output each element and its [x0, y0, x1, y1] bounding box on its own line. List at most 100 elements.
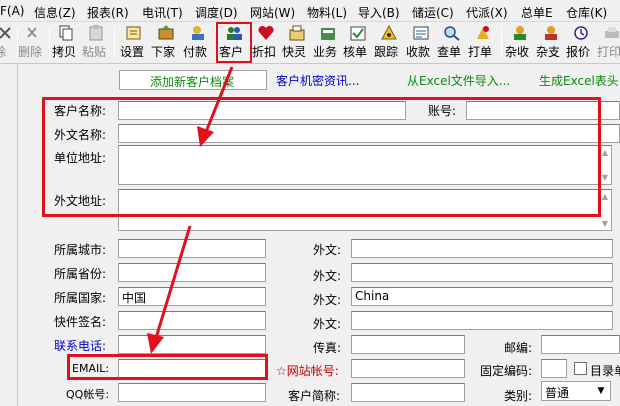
delete-full-button[interactable]: 删除: [18, 24, 46, 62]
print-order-button[interactable]: 打单: [468, 24, 498, 62]
discount-button[interactable]: 折扣: [252, 24, 280, 62]
add-customer-link[interactable]: 添加新客户档案: [150, 73, 234, 90]
menu-material[interactable]: 物料(L): [307, 4, 347, 21]
downstream-button[interactable]: 下家: [151, 24, 181, 62]
quote-button[interactable]: 报价: [566, 24, 596, 62]
excel-import-link[interactable]: 从Excel文件导入...: [407, 72, 510, 89]
add-customer-box[interactable]: 添加新客户档案: [119, 70, 267, 90]
paste-icon: [89, 25, 103, 41]
menu-import[interactable]: 导入(B): [358, 4, 400, 21]
toolbar: 除 删除 拷贝 粘贴 设置 下家 付款 客户 折扣 快灵 业务: [0, 22, 620, 64]
menu-master[interactable]: 总单E: [521, 4, 553, 21]
delete-label: 除: [0, 43, 6, 60]
short-name-label: 客户简称:: [288, 389, 341, 403]
track-button[interactable]: 跟踪: [374, 24, 404, 62]
quote-icon: [574, 26, 588, 40]
query-button[interactable]: 查单: [437, 24, 467, 62]
customer-secret-link[interactable]: 客户机密资讯...: [276, 72, 359, 89]
left-panel-strip: [0, 64, 18, 406]
downstream-icon: [158, 25, 174, 40]
printer-button[interactable]: 打印: [597, 24, 620, 62]
province-foreign-label: 外文:: [313, 269, 342, 283]
menu-telecom[interactable]: 电讯(T): [142, 4, 183, 21]
category-select[interactable]: 普通 ▼: [541, 381, 611, 401]
payment-label: 付款: [183, 45, 208, 59]
paste-button[interactable]: 粘贴: [82, 24, 110, 62]
qq-label: QQ帐号:: [66, 388, 110, 401]
contact-phone-field[interactable]: [118, 335, 266, 354]
courier-sign-field[interactable]: [118, 311, 266, 330]
qq-field[interactable]: [118, 383, 266, 402]
paste-label: 粘贴: [82, 45, 107, 59]
payment-button[interactable]: 付款: [183, 24, 213, 62]
zip-field[interactable]: [541, 335, 620, 354]
misc-expense-icon: [545, 26, 557, 40]
misc-income-icon: [514, 26, 526, 40]
receipt-button[interactable]: 收款: [406, 24, 436, 62]
misc-income-label: 杂收: [505, 45, 530, 59]
misc-expense-button[interactable]: 杂支: [536, 24, 566, 62]
category-label: 类别:: [504, 389, 533, 403]
zip-label: 邮编:: [504, 341, 533, 355]
province-foreign-field[interactable]: [351, 263, 613, 282]
quote-label: 报价: [566, 45, 591, 59]
receipt-label: 收款: [406, 45, 431, 59]
menu-agent[interactable]: 代派(X): [466, 4, 508, 21]
business-label: 业务: [313, 45, 338, 59]
menu-dispatch[interactable]: 调度(D): [195, 4, 238, 21]
track-icon: [381, 25, 397, 40]
city-field[interactable]: [118, 239, 266, 258]
settings-label: 设置: [120, 45, 145, 59]
contact-phone-label[interactable]: 联系电话:: [54, 337, 106, 354]
fax-label: 传真:: [313, 341, 342, 355]
customer-button-highlight: [216, 22, 252, 63]
website-account-field[interactable]: [351, 359, 465, 378]
discount-icon: [258, 25, 274, 40]
country-field[interactable]: 中国: [118, 287, 266, 306]
short-name-field[interactable]: [351, 383, 465, 402]
printer-label: 打印: [597, 45, 620, 59]
city-foreign-label: 外文:: [313, 243, 342, 257]
verify-button[interactable]: 核单: [343, 24, 373, 62]
courier-sign-label: 快件签名:: [54, 315, 107, 329]
menu-info[interactable]: 信息(Z): [34, 4, 76, 21]
menu-file[interactable]: F(A): [0, 4, 24, 18]
print-order-icon: [477, 26, 489, 39]
fixed-code-field[interactable]: [541, 359, 567, 378]
fixed-code-label: 固定编码:: [480, 364, 533, 378]
directory-checkbox[interactable]: [574, 362, 587, 375]
quick-button[interactable]: 快灵: [282, 24, 312, 62]
misc-expense-label: 杂支: [536, 45, 561, 59]
scroll-down-icon: ▼: [601, 173, 608, 182]
printer-icon: [605, 27, 619, 38]
excel-header-link[interactable]: 生成Excel表头: [539, 72, 619, 89]
scroll-down-icon-2: ▼: [601, 219, 608, 228]
settings-button[interactable]: 设置: [120, 24, 148, 62]
country-foreign-field[interactable]: China: [351, 287, 613, 306]
downstream-label: 下家: [151, 45, 176, 59]
copy-label: 拷贝: [52, 45, 77, 59]
copy-icon: [59, 25, 73, 41]
payment-icon: [192, 26, 204, 40]
receipt-icon: [413, 26, 429, 40]
delete-full-label: 删除: [18, 45, 43, 59]
delete-button[interactable]: 除: [0, 24, 16, 62]
menu-warehouse[interactable]: 仓库(K): [566, 4, 607, 21]
directory-label: 目录单: [590, 364, 620, 378]
city-foreign-field[interactable]: [351, 239, 613, 258]
courier-foreign-field[interactable]: [351, 311, 613, 330]
courier-foreign-label: 外文:: [313, 317, 342, 331]
menu-website[interactable]: 网站(W): [250, 4, 295, 21]
fax-field[interactable]: [351, 335, 465, 354]
quick-icon: [289, 25, 305, 41]
menu-bar: F(A) 信息(Z) 报表(R) 电讯(T) 调度(D) 网站(W) 物料(L)…: [0, 0, 620, 22]
query-label: 查单: [437, 45, 462, 59]
copy-button[interactable]: 拷贝: [52, 24, 80, 62]
misc-income-button[interactable]: 杂收: [505, 24, 535, 62]
menu-storage[interactable]: 储运(C): [412, 4, 454, 21]
province-field[interactable]: [118, 263, 266, 282]
menu-report[interactable]: 报表(R): [87, 4, 129, 21]
city-label: 所属城市:: [54, 243, 107, 257]
business-button[interactable]: 业务: [313, 24, 343, 62]
delete-x-icon: [27, 27, 37, 38]
